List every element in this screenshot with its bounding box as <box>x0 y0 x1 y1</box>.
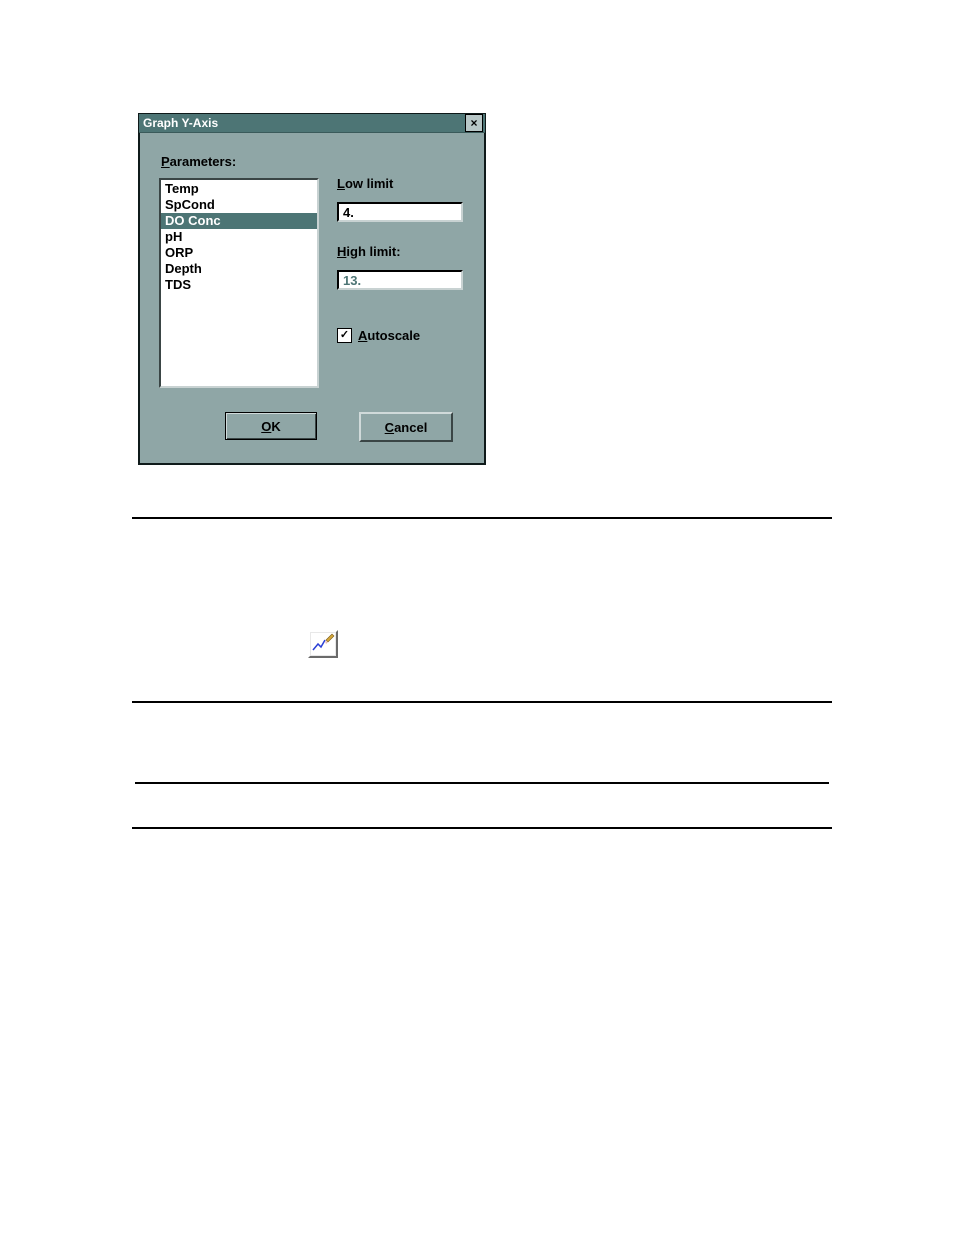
parameters-listbox[interactable]: Temp SpCond DO Conc pH ORP Depth TDS <box>159 178 319 388</box>
checkbox-icon: ✓ <box>337 328 352 343</box>
list-item[interactable]: DO Conc <box>161 213 317 229</box>
low-limit-input[interactable] <box>337 202 463 222</box>
high-limit-label: High limit: <box>337 244 401 259</box>
separator <box>135 782 829 784</box>
dialog-title: Graph Y-Axis <box>143 116 218 130</box>
low-limit-label: Low limit <box>337 176 393 191</box>
cancel-button[interactable]: Cancel <box>359 412 453 442</box>
titlebar: Graph Y-Axis × <box>139 114 485 133</box>
list-item[interactable]: pH <box>161 229 317 245</box>
list-item[interactable]: Depth <box>161 261 317 277</box>
close-button[interactable]: × <box>465 114 483 132</box>
high-limit-input[interactable] <box>337 270 463 290</box>
dialog-body: Parameters: Temp SpCond DO Conc pH ORP D… <box>139 134 485 464</box>
separator <box>132 701 832 703</box>
list-item[interactable]: ORP <box>161 245 317 261</box>
pencil-graph-icon <box>310 632 336 656</box>
autoscale-checkbox-wrap[interactable]: ✓ Autoscale <box>337 328 420 343</box>
autoscale-label: Autoscale <box>358 328 420 343</box>
list-item[interactable]: TDS <box>161 277 317 293</box>
close-icon: × <box>470 117 477 129</box>
redraw-graph-button[interactable] <box>308 630 338 658</box>
list-item[interactable]: Temp <box>161 181 317 197</box>
separator <box>132 517 832 519</box>
ok-button[interactable]: OK <box>225 412 317 440</box>
page: Graph Y-Axis × Parameters: Temp SpCond D… <box>0 0 954 1235</box>
list-item[interactable]: SpCond <box>161 197 317 213</box>
parameters-label: Parameters: <box>161 154 236 169</box>
separator <box>132 827 832 829</box>
graph-y-axis-dialog: Graph Y-Axis × Parameters: Temp SpCond D… <box>138 113 486 465</box>
